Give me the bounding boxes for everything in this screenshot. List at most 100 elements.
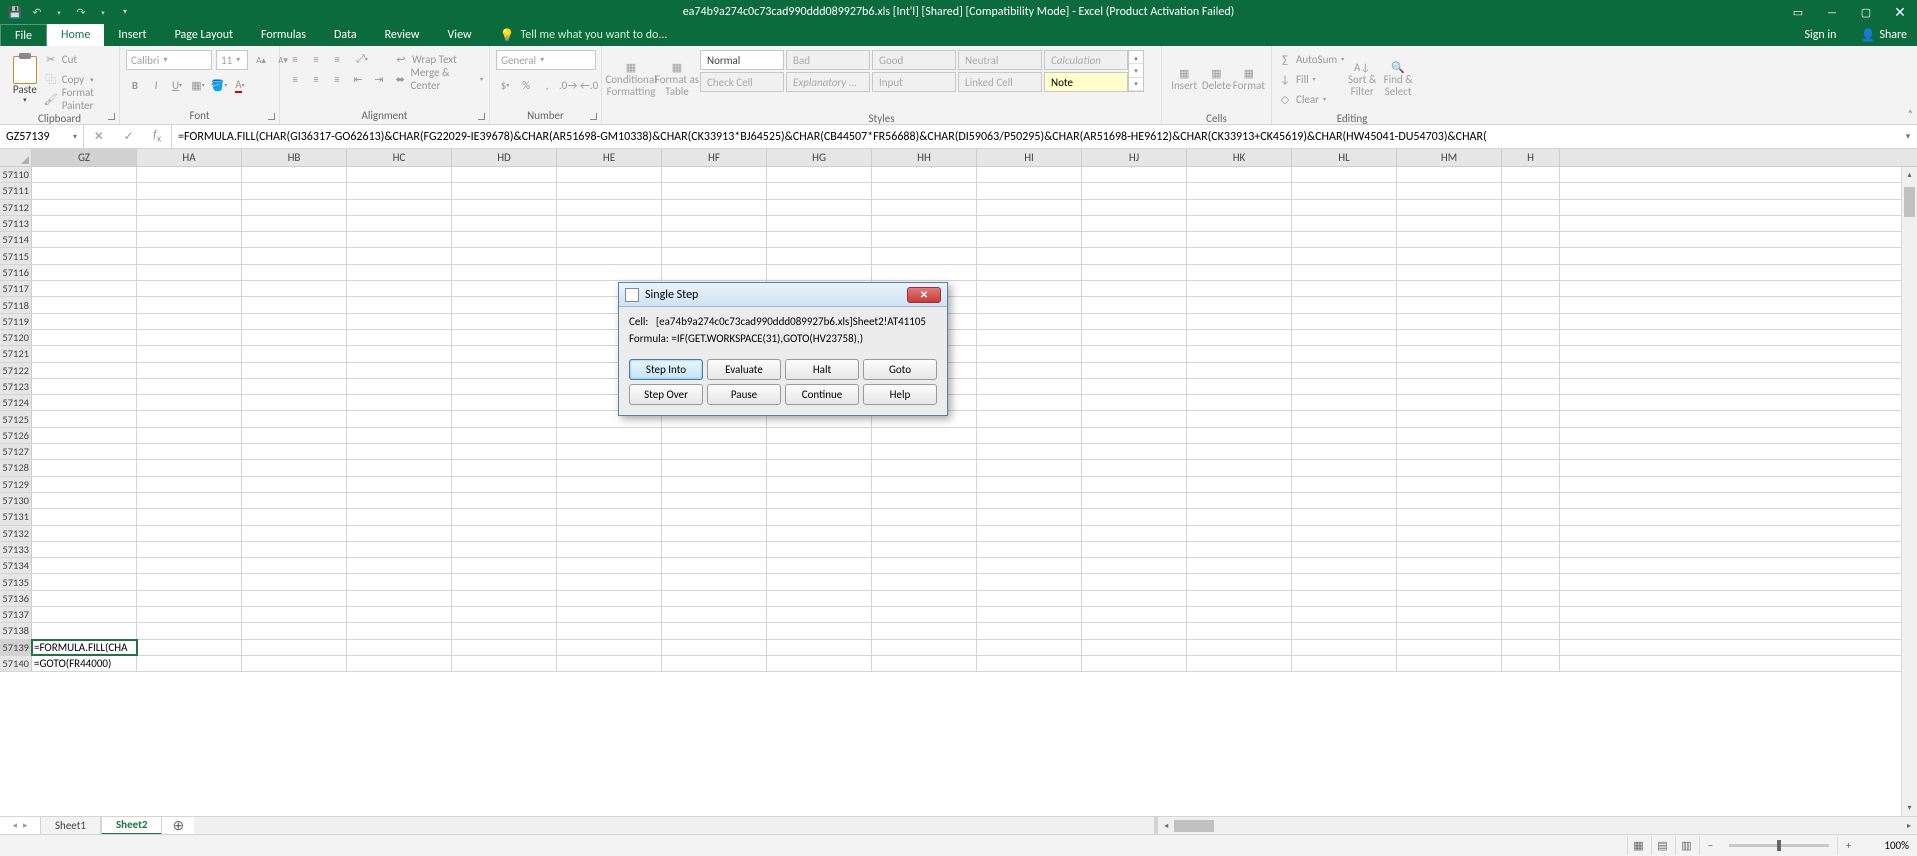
cell[interactable] (242, 363, 347, 378)
cell[interactable] (1502, 330, 1560, 345)
row-header[interactable]: 57128 (0, 460, 32, 475)
cell[interactable] (1292, 248, 1397, 263)
tab-formulas[interactable]: Formulas (247, 24, 320, 46)
cell[interactable] (1397, 363, 1502, 378)
cell[interactable] (1082, 509, 1187, 524)
cell[interactable] (452, 281, 557, 296)
column-header[interactable]: HI (977, 149, 1082, 166)
style-normal[interactable]: Normal (700, 50, 784, 70)
row-header[interactable]: 57117 (0, 281, 32, 296)
cell[interactable] (32, 460, 137, 475)
row-header[interactable]: 57127 (0, 444, 32, 459)
cell[interactable] (1292, 477, 1397, 492)
cell[interactable]: =GOTO(FR44000) (32, 656, 137, 671)
cell[interactable] (767, 200, 872, 215)
cell[interactable] (32, 232, 137, 247)
cell[interactable] (242, 216, 347, 231)
grow-font-button[interactable]: A▴ (252, 51, 270, 69)
cell[interactable] (767, 542, 872, 557)
cell[interactable] (977, 167, 1082, 182)
cell[interactable] (767, 216, 872, 231)
cell[interactable] (1502, 493, 1560, 508)
column-header[interactable]: GZ (32, 149, 137, 166)
cell[interactable] (137, 623, 242, 638)
cell-styles-gallery[interactable]: Normal Bad Good Neutral Calculation Chec… (700, 50, 1128, 92)
pause-button[interactable]: Pause (707, 384, 781, 405)
fill-button[interactable]: ↓Fill▾ (1278, 70, 1344, 88)
cell[interactable] (1082, 265, 1187, 280)
cell[interactable] (977, 640, 1082, 655)
cell[interactable] (767, 591, 872, 606)
cell[interactable]: =FORMULA.FILL(CHA (32, 640, 137, 655)
cell[interactable] (977, 232, 1082, 247)
cell[interactable] (872, 591, 977, 606)
cell[interactable] (977, 574, 1082, 589)
cell[interactable] (137, 216, 242, 231)
cell[interactable] (452, 493, 557, 508)
cell[interactable] (137, 363, 242, 378)
orientation-button[interactable]: ⤢▾ (349, 50, 375, 68)
maximize-icon[interactable]: ▢ (1849, 0, 1883, 24)
tell-me-search[interactable]: 💡 Tell me what you want to do... (486, 24, 668, 46)
cell[interactable] (1082, 558, 1187, 573)
cell[interactable] (452, 265, 557, 280)
cell[interactable] (662, 167, 767, 182)
cell[interactable] (242, 314, 347, 329)
cell[interactable] (872, 558, 977, 573)
cell[interactable] (242, 493, 347, 508)
cell[interactable] (242, 477, 347, 492)
cell[interactable] (32, 428, 137, 443)
cell[interactable] (1397, 330, 1502, 345)
undo-icon[interactable]: ↶ (28, 3, 46, 21)
cell[interactable] (1502, 542, 1560, 557)
row-header[interactable]: 57110 (0, 167, 32, 182)
qat-customize-icon[interactable]: ▾ (116, 3, 134, 21)
cell[interactable] (767, 428, 872, 443)
bold-button[interactable]: B (126, 76, 144, 94)
cell[interactable] (1082, 167, 1187, 182)
cell[interactable] (242, 558, 347, 573)
cell[interactable] (347, 330, 452, 345)
style-neutral[interactable]: Neutral (958, 50, 1042, 70)
cell[interactable] (662, 509, 767, 524)
cell[interactable] (977, 509, 1082, 524)
cell[interactable] (1502, 428, 1560, 443)
cell[interactable] (1292, 656, 1397, 671)
cell[interactable] (767, 509, 872, 524)
zoom-slider[interactable] (1729, 844, 1829, 847)
cell[interactable] (872, 509, 977, 524)
cell[interactable] (1502, 248, 1560, 263)
row-header[interactable]: 57118 (0, 297, 32, 312)
cell[interactable] (137, 428, 242, 443)
row-header[interactable]: 57120 (0, 330, 32, 345)
cell[interactable] (137, 542, 242, 557)
row-header[interactable]: 57131 (0, 509, 32, 524)
row-header[interactable]: 57133 (0, 542, 32, 557)
cell[interactable] (1397, 428, 1502, 443)
cell[interactable] (242, 444, 347, 459)
cell[interactable] (872, 574, 977, 589)
cell[interactable] (1292, 395, 1397, 410)
cell[interactable] (1082, 216, 1187, 231)
dialog-titlebar[interactable]: Single Step ✕ (619, 283, 947, 307)
column-header[interactable]: HH (872, 149, 977, 166)
row-header[interactable]: 57129 (0, 477, 32, 492)
cell[interactable] (1292, 640, 1397, 655)
format-painter-button[interactable]: 🖌Format Painter (44, 90, 113, 108)
cell[interactable] (977, 281, 1082, 296)
sort-filter-button[interactable]: A↓Sort & Filter (1344, 50, 1380, 110)
cell[interactable] (557, 607, 662, 622)
cell[interactable] (977, 526, 1082, 541)
cell[interactable] (767, 248, 872, 263)
row-header[interactable]: 57125 (0, 411, 32, 426)
cell[interactable] (347, 297, 452, 312)
cell[interactable] (977, 558, 1082, 573)
undo-more-icon[interactable]: ▾ (50, 3, 68, 21)
tab-page-layout[interactable]: Page Layout (161, 24, 247, 46)
column-header[interactable]: HE (557, 149, 662, 166)
cell[interactable] (32, 363, 137, 378)
cell[interactable] (557, 248, 662, 263)
cell[interactable] (1187, 346, 1292, 361)
cell[interactable] (872, 232, 977, 247)
cell[interactable] (452, 574, 557, 589)
